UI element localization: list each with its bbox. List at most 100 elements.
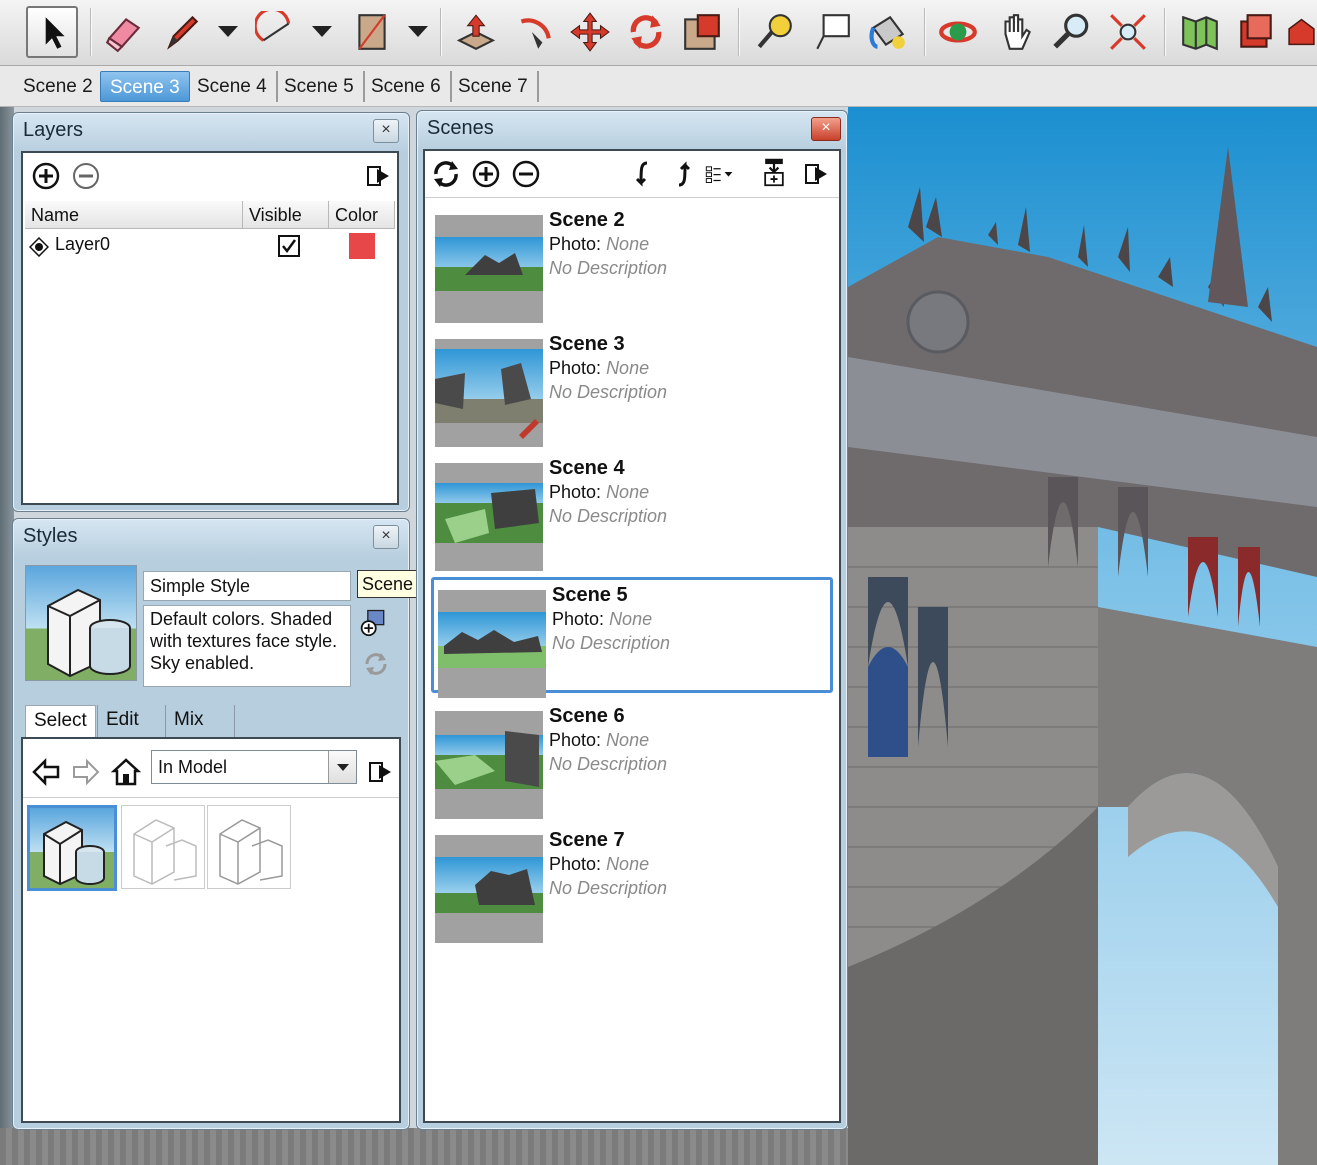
layer-row[interactable]: Layer0 xyxy=(25,231,395,261)
scene-tab-scene-5[interactable]: Scene 5 xyxy=(275,71,365,102)
scene-tab-scene-6[interactable]: Scene 6 xyxy=(362,71,452,102)
style-collection-dropdown[interactable]: In Model xyxy=(151,750,357,784)
style-preview-box-icon xyxy=(47,588,131,678)
column-visible[interactable]: Visible xyxy=(243,201,329,229)
pan-tool-button[interactable] xyxy=(990,6,1042,58)
arc-tool-button[interactable] xyxy=(250,6,302,58)
zoom-tool-button[interactable] xyxy=(1046,6,1098,58)
layers-table-header: Name Visible Color xyxy=(25,201,395,229)
paint-bucket-tool-button[interactable] xyxy=(862,6,914,58)
zoom-extents-tool-button[interactable] xyxy=(1102,6,1154,58)
cathedral-model-render xyxy=(848,147,1317,1165)
home-button[interactable] xyxy=(110,757,142,787)
scene-photo: Photo: None xyxy=(549,234,650,254)
active-layer-radio-icon[interactable] xyxy=(29,237,49,257)
move-tool-button[interactable] xyxy=(564,6,616,58)
update-scene-button[interactable] xyxy=(431,159,461,189)
forward-arrow-icon xyxy=(73,758,100,786)
scenes-close-button[interactable]: × xyxy=(811,117,841,141)
delete-scene-button[interactable] xyxy=(511,159,541,189)
rotate-tool-button[interactable] xyxy=(620,6,672,58)
styles-browser: In Model xyxy=(21,737,401,1123)
move-scene-up-button[interactable] xyxy=(667,159,697,189)
scene-thumbnail xyxy=(438,590,546,698)
move-scene-down-button[interactable] xyxy=(629,159,659,189)
styles-details-button[interactable] xyxy=(365,757,395,787)
column-color[interactable]: Color xyxy=(329,201,395,229)
styles-panel-title: Styles xyxy=(23,525,78,547)
scale-tool-button[interactable] xyxy=(676,6,728,58)
layer-name[interactable]: Layer0 xyxy=(55,234,110,255)
back-arrow-icon xyxy=(32,757,60,787)
layers-details-button[interactable] xyxy=(363,161,393,191)
scene-photo: Photo: None xyxy=(549,730,650,750)
scene-tab-bar: Scene 2 Scene 3 Scene 4 Scene 5 Scene 6 … xyxy=(0,66,1317,107)
back-button[interactable] xyxy=(31,757,61,787)
scene-tab-scene-7[interactable]: Scene 7 xyxy=(449,71,539,102)
scenes-details-button[interactable] xyxy=(801,159,831,189)
pencil-icon xyxy=(167,15,199,50)
add-layer-button[interactable] xyxy=(31,161,61,191)
style-thumbnail-simple[interactable] xyxy=(27,805,117,891)
scene-tab-scene-2[interactable]: Scene 2 xyxy=(14,71,104,102)
layer-color-swatch[interactable] xyxy=(349,233,375,259)
scene-properties-button[interactable] xyxy=(759,157,789,191)
scene-list-item-selected[interactable]: Scene 5 Photo: None No Description xyxy=(431,577,833,698)
layers-close-button[interactable]: × xyxy=(373,119,399,143)
styles-tab-edit[interactable]: Edit xyxy=(97,705,147,737)
pencil-dropdown-icon[interactable] xyxy=(218,26,238,37)
delete-layer-button[interactable] xyxy=(71,161,101,191)
warehouse-tool-button[interactable] xyxy=(1286,6,1317,58)
style-box-icon xyxy=(43,820,105,886)
pencil-tool-button[interactable] xyxy=(156,6,208,58)
3d-viewport[interactable] xyxy=(848,107,1317,1165)
push-pull-tool-button[interactable] xyxy=(450,6,502,58)
select-tool-button[interactable] xyxy=(26,6,78,58)
scene-list-item[interactable]: Scene 3 Photo: None No Description xyxy=(431,329,833,447)
follow-me-tool-button[interactable] xyxy=(508,6,560,58)
scale-icon xyxy=(684,14,720,50)
style-name-field[interactable]: Simple Style xyxy=(143,571,351,601)
styles-tab-select[interactable]: Select xyxy=(25,705,96,737)
scene-thumbnail xyxy=(435,835,543,943)
chevron-down-icon[interactable] xyxy=(328,751,356,783)
scene-list-item[interactable]: Scene 7 Photo: None No Description xyxy=(431,825,833,943)
rectangle-dropdown-icon[interactable] xyxy=(408,26,428,37)
minus-circle-icon xyxy=(73,163,99,189)
create-style-button[interactable] xyxy=(359,607,393,641)
column-name[interactable]: Name xyxy=(25,201,243,229)
style-thumbnail-sketch-2[interactable] xyxy=(207,805,291,889)
rectangle-tool-button[interactable] xyxy=(346,6,398,58)
add-scene-button[interactable] xyxy=(471,159,501,189)
styles-tab-mix[interactable]: Mix xyxy=(165,705,235,737)
scene-list-item[interactable]: Scene 2 Photo: None No Description xyxy=(431,205,833,323)
tape-measure-tool-button[interactable] xyxy=(748,6,800,58)
scene-photo: Photo: None xyxy=(549,482,650,502)
scene-list-item[interactable]: Scene 6 Photo: None No Description xyxy=(431,701,833,819)
forward-button[interactable] xyxy=(71,757,101,787)
update-style-button[interactable] xyxy=(361,649,391,679)
layers-panel-title: Layers xyxy=(23,119,84,141)
style-thumbnail-sketch-1[interactable] xyxy=(121,805,205,889)
scene-tab-scene-4[interactable]: Scene 4 xyxy=(188,71,278,102)
arc-dropdown-icon[interactable] xyxy=(312,26,332,37)
scenes-panel-body: Scene 2 Photo: None No Description Scene… xyxy=(423,149,841,1123)
visible-checkbox[interactable] xyxy=(277,234,301,258)
scene-name: Scene 7 xyxy=(549,829,625,851)
style-description-field[interactable]: Default colors. Shaded with textures fac… xyxy=(143,605,351,687)
text-tool-button[interactable] xyxy=(806,6,858,58)
arc-icon xyxy=(255,11,291,42)
tape-measure-icon xyxy=(757,14,792,49)
view-options-button[interactable] xyxy=(705,159,751,189)
scene-photo: Photo: None xyxy=(549,854,650,874)
scene-tab-scene-3[interactable]: Scene 3 xyxy=(100,71,190,102)
layers-panel: Layers × Name Visible Color Layer0 xyxy=(12,112,410,512)
styles-close-button[interactable]: × xyxy=(373,525,399,549)
scene-name: Scene 4 xyxy=(549,457,625,479)
orbit-tool-button[interactable] xyxy=(932,6,984,58)
scene-list-item[interactable]: Scene 4 Photo: None No Description xyxy=(431,453,833,571)
style-preview xyxy=(25,565,137,681)
components-tool-button[interactable] xyxy=(1230,6,1282,58)
map-tool-button[interactable] xyxy=(1174,6,1226,58)
eraser-tool-button[interactable] xyxy=(98,6,150,58)
